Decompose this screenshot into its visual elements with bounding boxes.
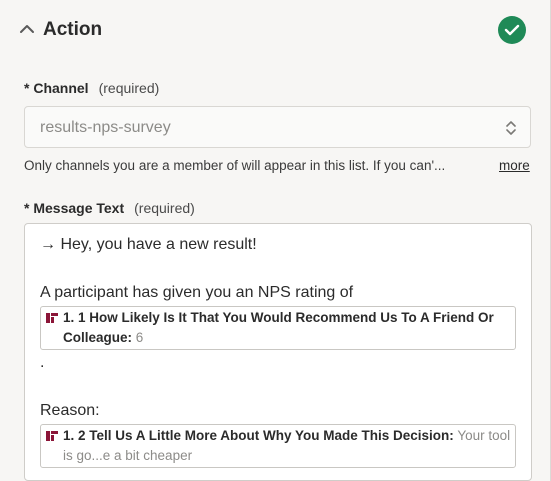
action-panel: Action * Channel (required) results-nps-s…	[0, 0, 551, 481]
typeform-app-icon	[46, 431, 58, 441]
channel-label-text: * Channel	[24, 80, 89, 96]
mapped-field-reason[interactable]: 1. 2 Tell Us A Little More About Why You…	[40, 424, 516, 468]
mapped-field-nps-rating[interactable]: 1. 1 How Likely Is It That You Would Rec…	[40, 306, 516, 350]
channel-label: * Channel (required)	[24, 80, 159, 96]
channel-select-value: results-nps-survey	[40, 119, 171, 136]
message-label-text: * Message Text	[24, 200, 125, 216]
message-line-greeting: → Hey, you have a new result!	[40, 236, 257, 253]
more-link[interactable]: more	[499, 158, 530, 173]
mapped-field-value: 6	[135, 330, 144, 345]
channel-help-text: Only channels you are a member of will a…	[24, 158, 446, 173]
message-text-input[interactable]: → Hey, you have a new result! A particip…	[24, 223, 532, 481]
select-updown-icon	[506, 121, 516, 135]
success-check-icon	[498, 16, 526, 44]
mapped-field-key: 1. 2 Tell Us A Little More About Why You…	[63, 428, 454, 443]
chevron-up-icon[interactable]	[18, 20, 36, 38]
message-line-reason: Reason:	[40, 402, 100, 419]
section-title: Action	[43, 19, 103, 40]
channel-select[interactable]: results-nps-survey	[24, 106, 531, 148]
message-line-rating-intro: A participant has given you an NPS ratin…	[40, 284, 354, 301]
channel-required-note: (required)	[98, 80, 160, 96]
message-label: * Message Text (required)	[24, 200, 195, 216]
action-header[interactable]: Action	[0, 0, 550, 60]
message-line-period: .	[40, 354, 45, 371]
mapped-field-key: 1. 1 How Likely Is It That You Would Rec…	[63, 310, 494, 345]
typeform-app-icon	[46, 313, 58, 323]
message-required-note: (required)	[134, 200, 195, 216]
